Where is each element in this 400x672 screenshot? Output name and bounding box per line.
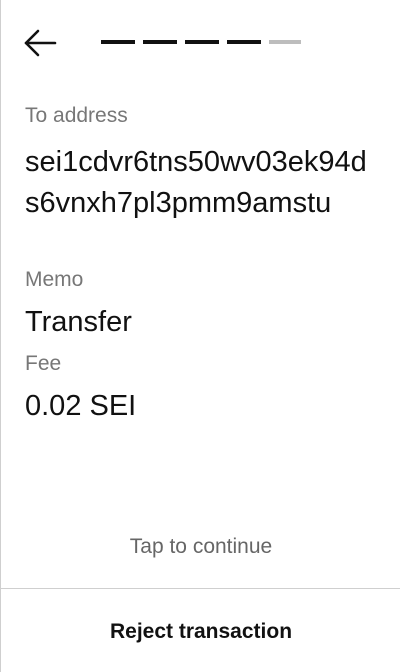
fee-value: 0.02 SEI bbox=[25, 390, 137, 422]
to-address-label: To address bbox=[25, 104, 128, 127]
memo-label: Memo bbox=[25, 268, 84, 291]
progress-step-3 bbox=[185, 40, 219, 44]
tap-to-continue-hint[interactable]: Tap to continue bbox=[1, 535, 400, 559]
to-address-value: sei1cdvr6tns50wv03ek94ds6vnxh7pl3pmm9ams… bbox=[25, 146, 367, 219]
progress-step-1 bbox=[101, 40, 135, 44]
progress-step-4 bbox=[227, 40, 261, 44]
sign-transaction-screen: To address sei1cdvr6tns50wv03ek94ds6vnxh… bbox=[0, 0, 400, 672]
back-button[interactable] bbox=[21, 26, 63, 62]
reject-transaction-button[interactable]: Reject transaction bbox=[1, 600, 400, 664]
fee-label: Fee bbox=[25, 352, 62, 375]
arrow-left-icon bbox=[24, 29, 57, 57]
footer-divider bbox=[1, 588, 400, 589]
progress-indicator bbox=[101, 40, 301, 44]
progress-step-2 bbox=[143, 40, 177, 44]
memo-value: Transfer bbox=[25, 306, 132, 338]
progress-step-5 bbox=[269, 40, 301, 44]
